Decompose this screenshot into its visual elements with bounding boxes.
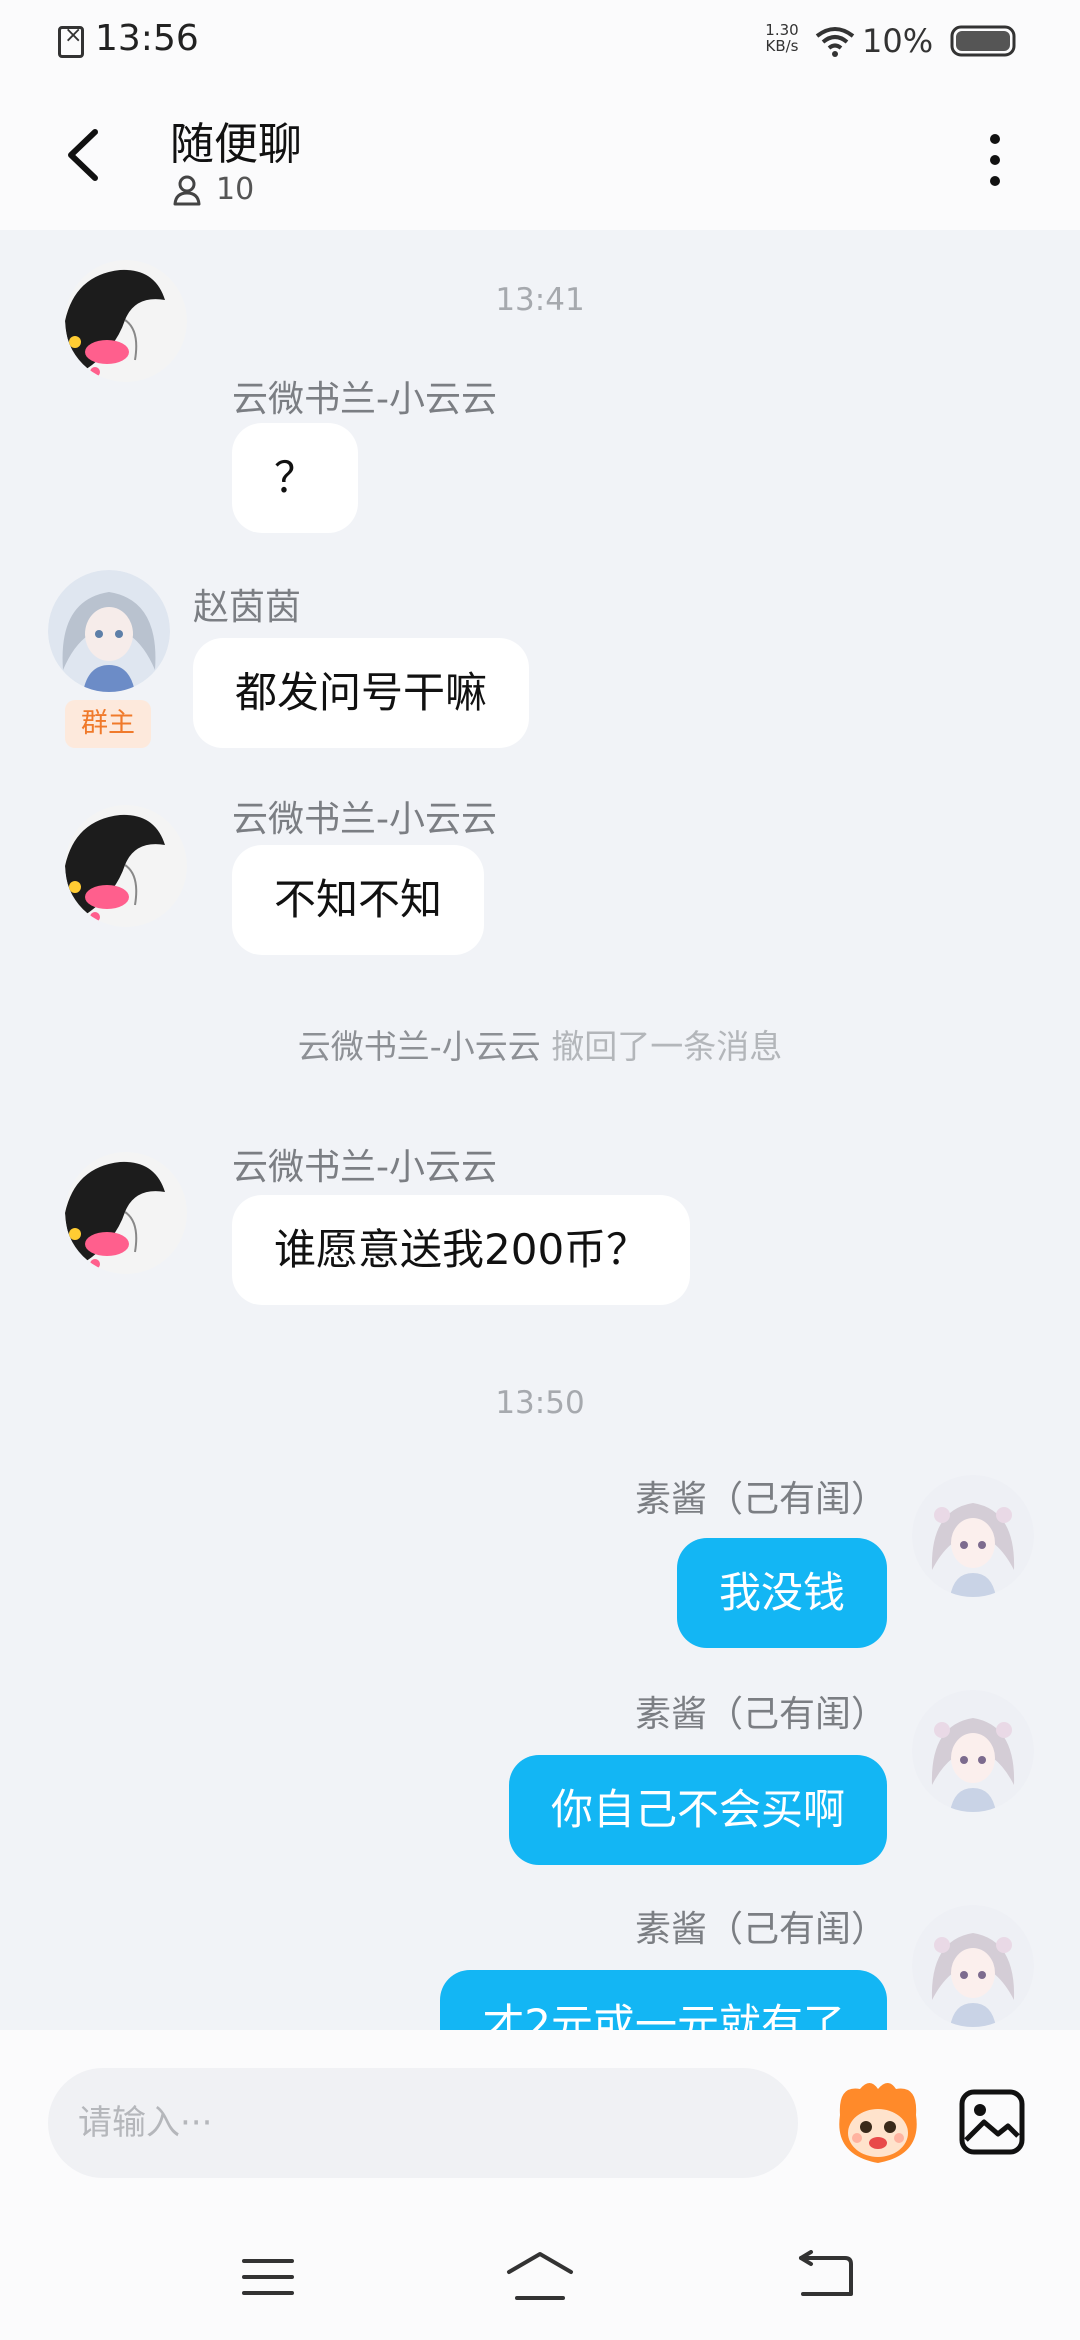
message-input[interactable]: 请输入··· xyxy=(48,2068,798,2178)
chat-message-list[interactable]: 13:41 云微书兰-小云云 ？ 群主 赵茵茵 都发问号干嘛 云微书兰-小云云 … xyxy=(0,230,1080,2030)
member-count-row[interactable]: 10 xyxy=(172,172,254,207)
network-speed: 1.30 KB/s xyxy=(762,22,802,54)
avatar-sujiang[interactable] xyxy=(912,1475,1034,1597)
sender-name: 素酱（己有闺） xyxy=(634,1479,887,1520)
sim-blocked-icon xyxy=(58,23,84,58)
recall-sender: 云微书兰-小云云 xyxy=(297,1027,541,1066)
sender-name: 素酱（己有闺） xyxy=(634,1694,887,1735)
avatar-zhaoyinyin[interactable] xyxy=(48,570,170,692)
message-bubble[interactable]: 都发问号干嘛 xyxy=(193,638,530,748)
recall-notice: 云微书兰-小云云 撤回了一条消息 xyxy=(0,1020,1080,1068)
back-arrow-icon[interactable] xyxy=(55,120,115,190)
emoji-icon[interactable] xyxy=(830,2075,926,2171)
message-bubble[interactable]: ？ xyxy=(232,423,359,533)
message-bubble[interactable]: 不知不知 xyxy=(232,845,485,955)
network-speed-unit: KB/s xyxy=(765,37,799,55)
avatar-xiaoyunyun[interactable] xyxy=(65,260,187,382)
message-bubble-outgoing[interactable]: 才2元或一元就有了 xyxy=(440,1970,887,2030)
more-vertical-icon[interactable] xyxy=(975,125,1015,195)
menu-icon[interactable] xyxy=(240,2255,296,2299)
message-bubble[interactable]: 谁愿意送我200币？ xyxy=(232,1195,691,1305)
time-divider: 13:50 xyxy=(495,1385,585,1421)
message-bubble-outgoing[interactable]: 我没钱 xyxy=(676,1538,887,1648)
network-speed-value: 1.30 xyxy=(765,21,799,39)
avatar-xiaoyunyun[interactable] xyxy=(65,1152,187,1274)
system-nav-bar xyxy=(0,2210,1080,2340)
avatar-sujiang[interactable] xyxy=(912,1905,1034,2027)
member-count: 10 xyxy=(216,172,255,207)
sender-name: 赵茵茵 xyxy=(193,587,302,628)
message-bubble-outgoing[interactable]: 你自己不会买啊 xyxy=(508,1755,887,1865)
sender-name: 云微书兰-小云云 xyxy=(232,379,497,420)
status-bar: 13:56 1.30 KB/s 10% xyxy=(0,0,1080,80)
wifi-icon xyxy=(815,27,855,57)
sender-name: 云微书兰-小云云 xyxy=(232,1147,497,1188)
group-title: 随便聊 xyxy=(170,119,302,170)
status-time: 13:56 xyxy=(95,18,199,59)
avatar-sujiang[interactable] xyxy=(912,1690,1034,1812)
person-icon xyxy=(173,175,201,205)
message-input-bar: 请输入··· xyxy=(0,2030,1080,2210)
chat-header: 随便聊 10 xyxy=(0,80,1080,230)
sender-name: 云微书兰-小云云 xyxy=(232,799,497,840)
battery-percent: 10% xyxy=(862,22,934,60)
back-icon[interactable] xyxy=(795,2250,855,2302)
avatar-xiaoyunyun[interactable] xyxy=(65,805,187,927)
recall-text: 撤回了一条消息 xyxy=(551,1027,783,1066)
group-owner-badge: 群主 xyxy=(65,700,151,748)
sender-name: 素酱（己有闺） xyxy=(634,1909,887,1950)
home-icon[interactable] xyxy=(505,2250,575,2302)
battery-icon xyxy=(950,25,1016,57)
image-icon[interactable] xyxy=(958,2088,1026,2156)
